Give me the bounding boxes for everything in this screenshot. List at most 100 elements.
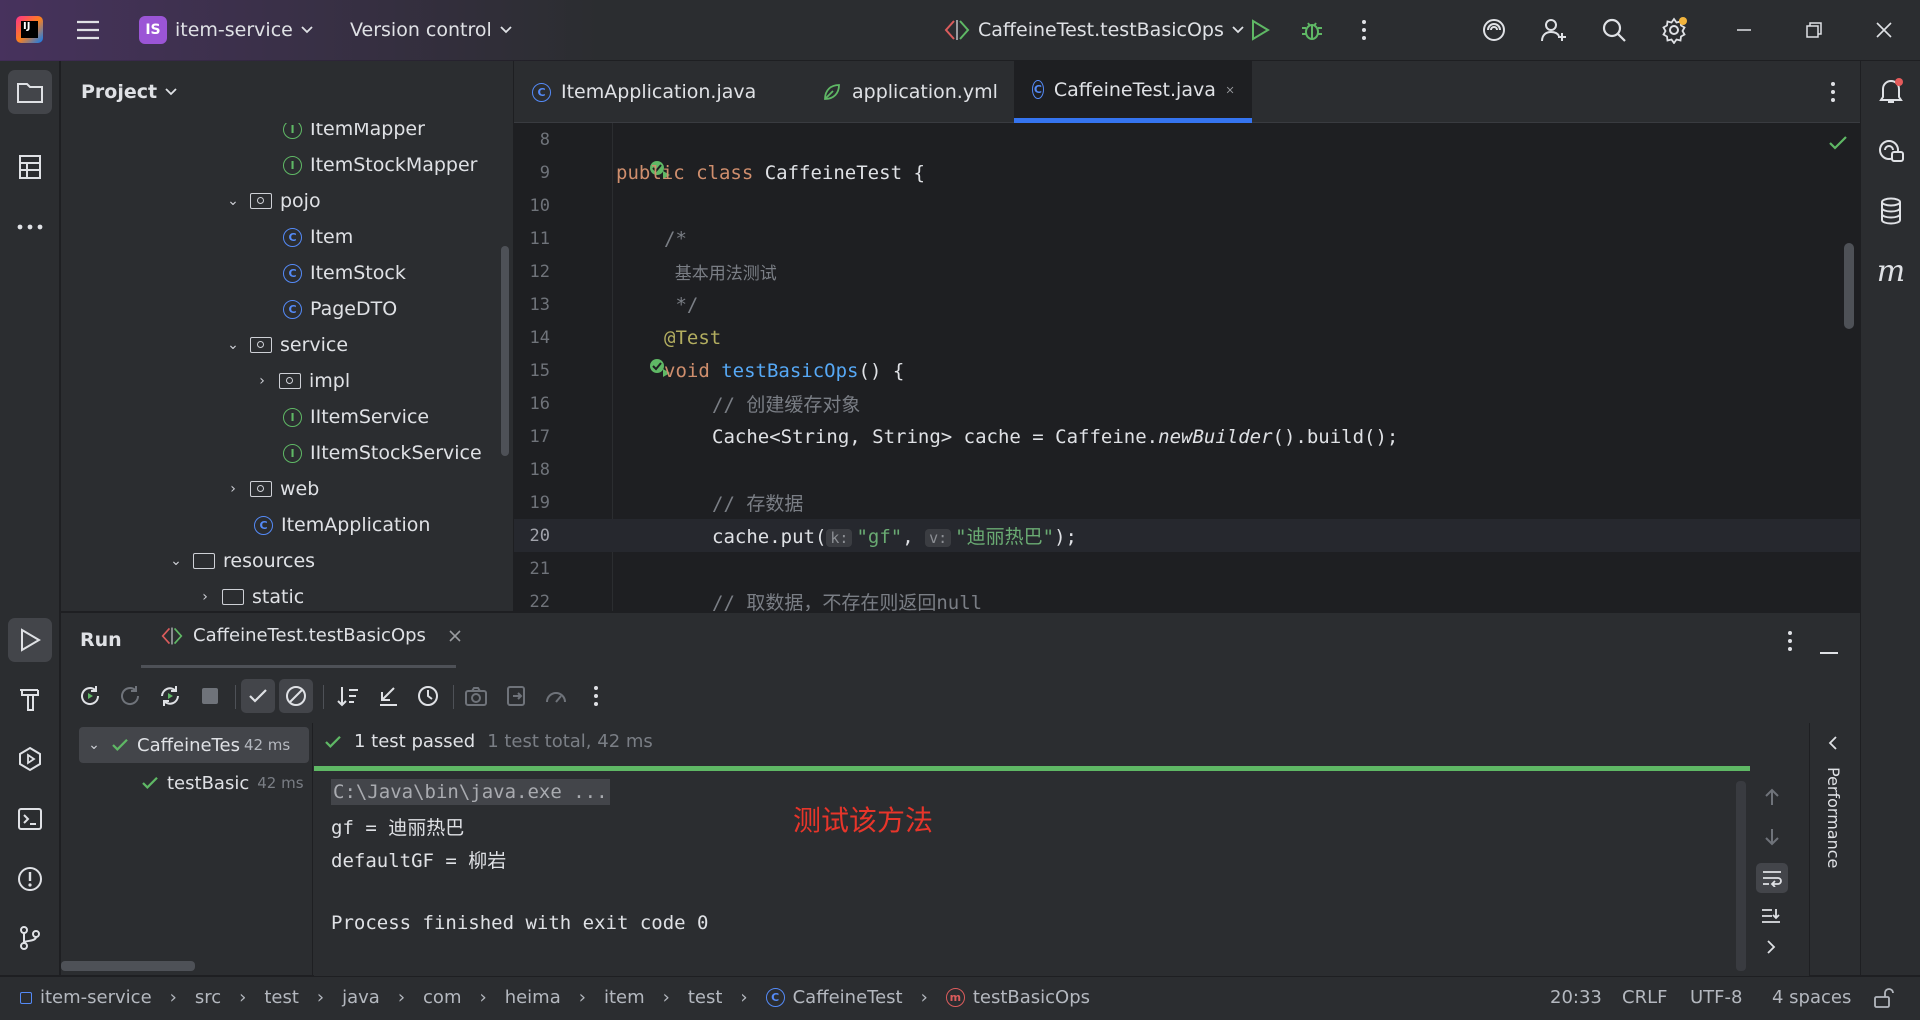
scroll-up-icon[interactable]	[1764, 787, 1780, 812]
tree-item-itemstock[interactable]: C ItemStock	[283, 255, 406, 291]
breadcrumb-item[interactable]: test	[688, 987, 723, 1008]
project-scrollbar[interactable]	[501, 246, 509, 456]
tree-item-itemapplication[interactable]: C ItemApplication	[254, 507, 430, 543]
debug-icon[interactable]	[1298, 16, 1326, 44]
breadcrumb-item[interactable]: heima	[505, 987, 561, 1008]
close-icon[interactable]	[1870, 16, 1898, 44]
toggle-auto-test-button[interactable]	[155, 681, 185, 711]
show-passed-toggle[interactable]	[241, 679, 275, 713]
problems-tool-button[interactable]	[8, 857, 52, 901]
breadcrumb-item[interactable]: test	[264, 987, 299, 1008]
minimize-icon[interactable]	[1730, 16, 1758, 44]
main-menu-icon[interactable]	[74, 16, 102, 44]
console-output[interactable]: 1 test passed 1 test total, 42 ms C:\Jav…	[314, 723, 1809, 976]
tree-item-itemstockmapper[interactable]: I ItemStockMapper	[283, 147, 478, 183]
show-ignored-toggle[interactable]	[279, 679, 313, 713]
tree-item-resources[interactable]: ⌄ resources	[167, 543, 315, 579]
import-tests-button[interactable]	[373, 681, 403, 711]
test-tree-root[interactable]: ⌄ CaffeineTes 42 ms	[79, 727, 309, 763]
more-tools-button[interactable]	[8, 205, 52, 249]
restore-icon[interactable]	[1800, 16, 1828, 44]
tree-item-impl[interactable]: › impl	[253, 363, 350, 399]
chevron-right-icon[interactable]: ›	[253, 373, 271, 389]
lock-icon[interactable]	[1872, 987, 1894, 1014]
tree-item-itemmapper[interactable]: I ItemMapper	[283, 123, 425, 147]
tab-itemapplication[interactable]: C ItemApplication.java	[514, 61, 774, 123]
performance-tab[interactable]: Performance	[1824, 767, 1843, 868]
console-scrollbar[interactable]	[1736, 781, 1746, 971]
services-tool-button[interactable]	[8, 737, 52, 781]
maven-button[interactable]: m	[1869, 249, 1913, 293]
close-tab-icon[interactable]	[1226, 83, 1234, 97]
chevron-down-icon[interactable]: ⌄	[224, 337, 242, 353]
structure-tool-button[interactable]	[8, 145, 52, 189]
tree-item-item[interactable]: C Item	[283, 219, 353, 255]
breadcrumb-item[interactable]: src	[195, 987, 221, 1008]
run-config-selector[interactable]: CaffeineTest.testBasicOps	[944, 19, 1244, 41]
caret-position[interactable]: 20:33	[1550, 987, 1602, 1008]
breadcrumb-item[interactable]: com	[423, 987, 461, 1008]
tree-item-web[interactable]: › web	[224, 471, 319, 507]
breadcrumb-item[interactable]: item	[604, 987, 645, 1008]
run-tab[interactable]: CaffeineTest.testBasicOps	[161, 625, 462, 646]
stop-button[interactable]	[195, 681, 225, 711]
tree-item-iitemstockservice[interactable]: I IItemStockService	[283, 435, 482, 471]
history-button[interactable]	[413, 681, 443, 711]
breadcrumb-item[interactable]: testBasicOps	[973, 987, 1090, 1008]
tree-item-pojo[interactable]: ⌄ pojo	[224, 183, 320, 219]
export-button[interactable]	[501, 681, 531, 711]
ai-chat-button[interactable]	[1869, 129, 1913, 173]
no-problems-check-icon[interactable]	[1828, 135, 1848, 156]
toolbar-more-icon[interactable]	[581, 681, 611, 711]
project-switcher[interactable]: IS item-service	[139, 16, 313, 44]
run-tool-button[interactable]	[8, 618, 52, 662]
soft-wrap-toggle[interactable]	[1756, 863, 1788, 893]
editor-scrollbar[interactable]	[1844, 243, 1854, 329]
ai-assistant-icon[interactable]	[1480, 16, 1508, 44]
project-panel-header[interactable]: Project	[61, 61, 513, 123]
notifications-button[interactable]	[1869, 69, 1913, 113]
tree-item-service[interactable]: ⌄ service	[224, 327, 348, 363]
terminal-tool-button[interactable]	[8, 797, 52, 841]
code-view[interactable]: 8 9 public class CaffeineTest { 10 11 /*…	[514, 123, 1860, 611]
scroll-down-icon[interactable]	[1764, 827, 1780, 852]
run-more-icon[interactable]	[1787, 630, 1793, 657]
project-tool-button[interactable]	[8, 70, 52, 114]
tab-caffeinetest[interactable]: C CaffeineTest.java	[1014, 61, 1252, 123]
intellij-logo-icon[interactable]: IJ	[16, 16, 43, 43]
chevron-down-icon[interactable]: ⌄	[167, 553, 185, 569]
tree-item-static[interactable]: › static	[196, 579, 304, 611]
chevron-down-icon[interactable]: ⌄	[85, 737, 103, 753]
chevron-right-icon[interactable]: ›	[196, 589, 214, 605]
test-tree-hscrollbar[interactable]	[61, 961, 195, 971]
rerun-button[interactable]	[75, 681, 105, 711]
tree-item-iitemservice[interactable]: I IItemService	[283, 399, 429, 435]
line-separator[interactable]: CRLF	[1622, 987, 1667, 1008]
add-user-icon[interactable]	[1540, 16, 1568, 44]
breadcrumb-item[interactable]: item-service	[40, 987, 152, 1008]
chevron-left-icon[interactable]	[1828, 735, 1838, 756]
close-tab-icon[interactable]	[448, 629, 462, 643]
chevron-right-icon[interactable]	[1766, 939, 1776, 960]
snapshot-button[interactable]	[461, 681, 491, 711]
file-encoding[interactable]: UTF-8	[1690, 987, 1742, 1008]
tab-application-yml[interactable]: application.yml	[804, 61, 1016, 123]
build-tool-button[interactable]	[8, 677, 52, 721]
coverage-button[interactable]	[541, 681, 571, 711]
indent-setting[interactable]: 4 spaces	[1772, 987, 1851, 1008]
more-actions-icon[interactable]	[1350, 16, 1378, 44]
breadcrumb-item[interactable]: java	[342, 987, 380, 1008]
rerun-failed-button[interactable]	[115, 681, 145, 711]
hide-panel-icon[interactable]	[1819, 639, 1839, 660]
scroll-to-end-icon[interactable]	[1760, 907, 1782, 932]
vcs-menu[interactable]: Version control	[350, 19, 512, 41]
tree-item-pagedto[interactable]: C PageDTO	[283, 291, 397, 327]
settings-gear-icon[interactable]	[1660, 16, 1688, 44]
chevron-right-icon[interactable]: ›	[224, 481, 242, 497]
chevron-down-icon[interactable]: ⌄	[224, 193, 242, 209]
test-tree-method[interactable]: testBasic 42 ms	[141, 765, 304, 801]
git-tool-button[interactable]	[8, 916, 52, 960]
database-button[interactable]	[1869, 189, 1913, 233]
search-icon[interactable]	[1600, 16, 1628, 44]
run-icon[interactable]	[1246, 16, 1274, 44]
